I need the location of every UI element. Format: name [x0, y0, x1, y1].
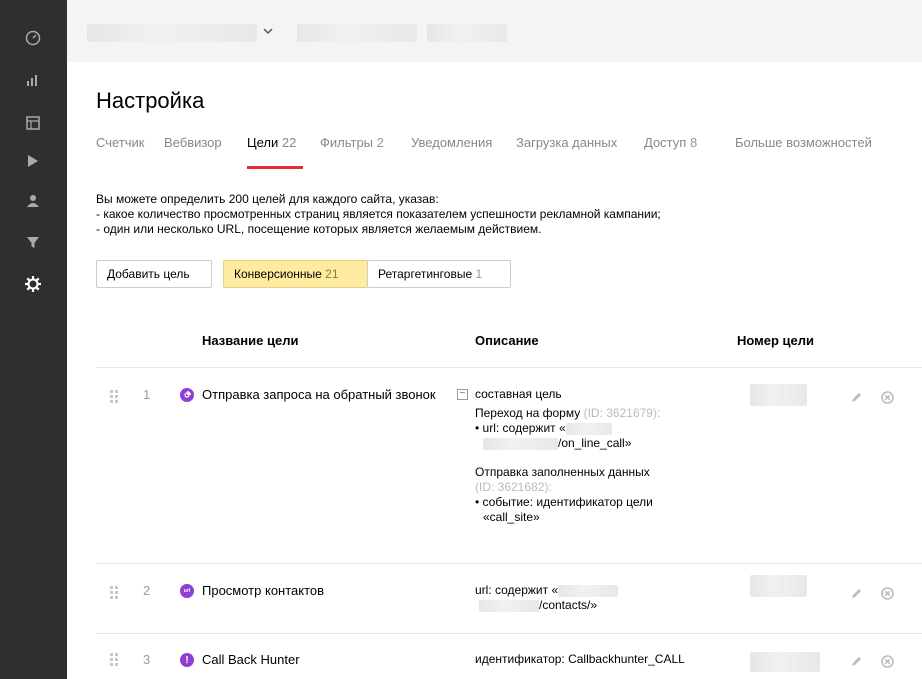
drag-handle-icon[interactable]	[110, 390, 120, 404]
goal-description: составная цель Переход на форму (ID: 362…	[475, 387, 661, 524]
add-goal-button[interactable]: Добавить цель	[96, 260, 212, 288]
drag-handle-icon[interactable]	[110, 586, 120, 600]
tab-data-upload[interactable]: Загрузка данных	[516, 135, 617, 150]
goal-number-blurred	[750, 652, 820, 672]
segments-icon[interactable]	[24, 233, 42, 251]
page-title: Настройка	[96, 88, 205, 113]
url-blurred	[558, 584, 619, 597]
row-divider	[96, 563, 922, 564]
goal-number-blurred	[750, 384, 807, 406]
url-blurred	[483, 437, 558, 450]
active-tab-indicator	[247, 166, 303, 169]
tab-more-features[interactable]: Больше возможностей	[735, 135, 872, 150]
maps-icon[interactable]	[24, 114, 42, 132]
row-number: 2	[143, 583, 151, 598]
goal-description: url: содержит « /contacts/»	[475, 583, 725, 613]
goal-name[interactable]: Просмотр контактов	[202, 583, 324, 598]
header-goal-number: Номер цели	[737, 333, 815, 348]
tab-access[interactable]: Доступ 8	[644, 135, 697, 150]
webvisor-icon[interactable]	[24, 152, 42, 170]
edit-icon[interactable]	[849, 654, 863, 668]
site-url-blurred	[297, 24, 417, 42]
js-event-goal-icon: !	[180, 653, 194, 667]
counter-selector-blurred[interactable]	[87, 24, 257, 42]
counter-id-blurred	[427, 24, 507, 42]
url-blurred	[565, 422, 612, 435]
sidebar	[0, 0, 67, 679]
edit-icon[interactable]	[849, 390, 863, 404]
row-number: 1	[143, 387, 151, 402]
row-number: 3	[143, 652, 151, 667]
tab-goals[interactable]: Цели 22	[247, 135, 296, 150]
edit-icon[interactable]	[849, 586, 863, 600]
url-blurred	[479, 599, 539, 612]
header-goal-name: Название цели	[202, 333, 299, 348]
goal-number-blurred	[750, 575, 807, 597]
tab-filters[interactable]: Фильтры 2	[320, 135, 384, 150]
goals-info-text: Вы можете определить 200 целей для каждо…	[96, 192, 661, 236]
tab-counter[interactable]: Счетчик	[96, 135, 145, 150]
goal-name[interactable]: Отправка запроса на обратный звонок	[202, 387, 436, 402]
goal-description: идентификатор: Callbackhunter_CALL	[475, 652, 685, 666]
collapse-icon[interactable]: −	[457, 389, 468, 400]
tab-webvisor[interactable]: Вебвизор	[164, 135, 222, 150]
audience-icon[interactable]	[24, 192, 42, 210]
conversion-goals-button[interactable]: Конверсионные 21	[223, 260, 368, 288]
row-divider	[96, 633, 922, 634]
dashboard-icon[interactable]	[24, 29, 42, 47]
goal-name[interactable]: Call Back Hunter	[202, 652, 300, 667]
delete-icon[interactable]	[880, 654, 894, 668]
header-description: Описание	[475, 333, 539, 348]
delete-icon[interactable]	[880, 586, 894, 600]
settings-icon[interactable]	[24, 275, 42, 293]
chevron-down-icon[interactable]	[262, 24, 274, 42]
top-bar	[67, 0, 922, 62]
reports-icon[interactable]	[24, 71, 42, 89]
composite-goal-icon	[180, 388, 194, 402]
delete-icon[interactable]	[880, 390, 894, 404]
retargeting-goals-button[interactable]: Ретаргетинговые 1	[367, 260, 511, 288]
tab-notifications[interactable]: Уведомления	[411, 135, 492, 150]
header-divider	[96, 367, 922, 368]
drag-handle-icon[interactable]	[110, 653, 120, 667]
url-goal-icon: url	[180, 584, 194, 598]
